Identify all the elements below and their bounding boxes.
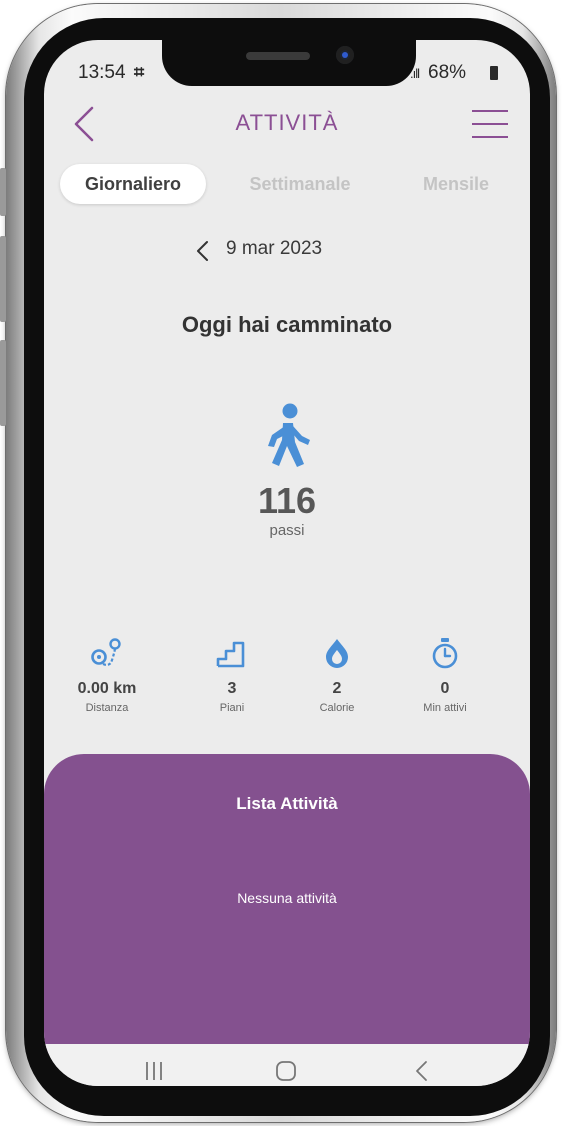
recent-apps-button[interactable] — [134, 1056, 174, 1086]
stat-label: Calorie — [319, 702, 355, 714]
walk-heading: Oggi hai camminato — [181, 312, 393, 337]
volume-down-button — [0, 236, 6, 322]
stat-value: 3 — [227, 680, 237, 697]
activity-list-panel: Lista Attività Nessuna attività — [44, 754, 530, 1054]
chevron-left-icon — [74, 106, 94, 142]
stat-floors: 3 Piani — [177, 636, 287, 714]
stat-label: Distanza — [85, 702, 129, 714]
tab-weekly[interactable]: Settimanale — [230, 164, 370, 204]
stat-value: 2 — [332, 680, 342, 697]
walking-person-icon — [268, 403, 310, 467]
status-time: 13:54 — [78, 62, 126, 83]
hamburger-icon-line — [472, 136, 508, 138]
app-screen: 13:54 ⌗ .ıll 68% ATTIVITÀ Giornaliero Se… — [44, 40, 530, 1086]
activity-list-empty: Nessuna attività — [237, 890, 337, 906]
camera-notch — [162, 40, 416, 86]
stopwatch-icon — [432, 638, 458, 669]
system-back-button[interactable] — [402, 1056, 442, 1086]
stat-calories: 2 Calorie — [282, 636, 392, 714]
battery-percent: 68% — [428, 62, 467, 83]
tab-monthly[interactable]: Mensile — [394, 164, 518, 204]
back-button[interactable] — [64, 104, 104, 144]
steps-count: 116 — [257, 480, 317, 521]
power-button — [0, 340, 6, 426]
stat-distance: 0.00 km Distanza — [52, 636, 162, 714]
flame-icon — [326, 639, 348, 668]
home-icon — [276, 1061, 296, 1081]
tab-daily[interactable]: Giornaliero — [60, 164, 206, 204]
hamburger-icon — [472, 110, 508, 112]
stat-value: 0 — [440, 680, 450, 697]
steps-unit: passi — [269, 522, 305, 539]
volume-up-button — [0, 168, 6, 216]
chevron-left-icon — [197, 241, 208, 261]
hamburger-icon-line — [472, 123, 508, 125]
menu-button[interactable] — [468, 106, 512, 142]
system-nav-bar — [44, 1044, 530, 1086]
previous-date-button[interactable] — [190, 236, 216, 266]
stairs-icon — [216, 641, 245, 668]
stat-label: Min attivi — [423, 702, 467, 714]
stat-value: 0.00 km — [77, 680, 137, 697]
stat-active-minutes: 0 Min attivi — [390, 636, 500, 714]
recent-apps-icon — [146, 1062, 162, 1080]
notification-icon: ⌗ — [134, 62, 145, 82]
page-title: ATTIVITÀ — [235, 110, 339, 135]
stat-label: Piani — [219, 702, 245, 714]
activity-list-title: Lista Attività — [236, 794, 338, 813]
distance-pin-icon — [91, 638, 121, 666]
current-date: 9 mar 2023 — [226, 238, 323, 259]
earpiece-speaker — [246, 52, 310, 60]
battery-icon — [490, 66, 498, 80]
back-arrow-icon — [416, 1061, 427, 1081]
front-camera — [336, 46, 354, 64]
home-button[interactable] — [266, 1056, 306, 1086]
